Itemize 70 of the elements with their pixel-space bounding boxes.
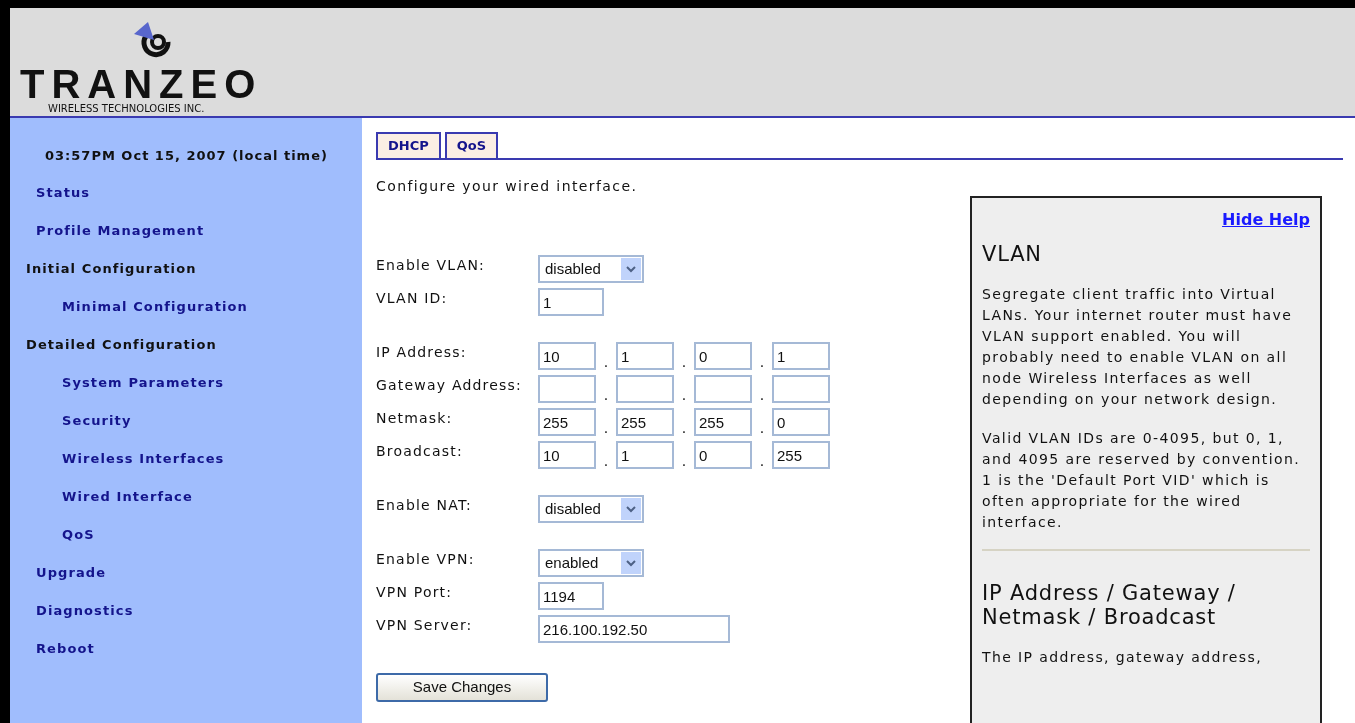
text-field[interactable]: 1194 (538, 582, 604, 610)
dot-separator: . (602, 354, 610, 370)
help-paragraph: Valid VLAN IDs are 0-4095, but 0, 1, and 4095 are reserved by convention. 1 is the 'Default Port VID' which is often appropriate for the wired interface. (982, 429, 1302, 532)
sidebar-link[interactable]: Wireless Interfaces (62, 449, 225, 467)
ip-octet-field[interactable]: 255 (772, 441, 830, 469)
sidebar-link[interactable]: Upgrade (36, 563, 107, 581)
help-heading: IP Address / Gateway / Netmask / Broadcast (982, 581, 1237, 629)
ip-octet-field[interactable]: 10 (538, 441, 596, 469)
dot-separator: . (680, 453, 688, 469)
ip-octet-field[interactable] (538, 375, 596, 403)
intro-text: Configure your wired interface. (376, 177, 638, 196)
ip-octet-field[interactable]: 1 (772, 342, 830, 370)
dot-separator: . (680, 354, 688, 370)
text-field[interactable]: 1 (538, 288, 604, 316)
dot-separator: . (680, 387, 688, 403)
sidebar-link[interactable]: Profile Management (36, 221, 205, 239)
field-label: Netmask: (376, 409, 454, 428)
ip-octet-field[interactable]: 1 (616, 441, 674, 469)
dropdown[interactable]: disabled (538, 255, 644, 283)
dot-separator: . (758, 420, 766, 436)
ip-octet-field[interactable] (694, 375, 752, 403)
sidebar-link[interactable]: Security (62, 411, 132, 429)
field-label: VLAN ID: (376, 289, 449, 308)
ip-octet-field[interactable] (616, 375, 674, 403)
ip-octet-field[interactable]: 1 (616, 342, 674, 370)
field-label: Enable NAT: (376, 496, 474, 515)
ip-octet-field[interactable]: 0 (694, 441, 752, 469)
dot-separator: . (758, 354, 766, 370)
field-label: Gateway Address: (376, 376, 523, 395)
dot-separator: . (680, 420, 688, 436)
ip-octet-field[interactable]: 255 (694, 408, 752, 436)
dropdown[interactable]: disabled (538, 495, 644, 523)
dot-separator: . (758, 453, 766, 469)
logo-tagline: WIRELESS TECHNOLOGIES INC. (48, 102, 205, 116)
tab[interactable]: QoS (444, 132, 499, 158)
sidebar-link[interactable]: Status (36, 183, 91, 201)
field-label: Broadcast: (376, 442, 464, 461)
sidebar-link[interactable]: QoS (62, 525, 95, 543)
ip-octet-field[interactable]: 10 (538, 342, 596, 370)
field-label: Enable VLAN: (376, 256, 486, 275)
tab[interactable]: DHCP (376, 132, 441, 158)
dropdown[interactable]: enabled (538, 549, 644, 577)
field-label: VPN Server: (376, 616, 474, 635)
ip-octet-field[interactable]: 0 (694, 342, 752, 370)
sidebar-link[interactable]: System Parameters (62, 373, 225, 391)
sidebar-heading: Initial Configuration (26, 259, 197, 277)
sidebar-link[interactable]: Reboot (36, 639, 95, 657)
hide-help-link[interactable]: Hide Help (1222, 208, 1310, 232)
save-changes-button[interactable]: Save Changes (376, 673, 548, 702)
sidebar-link[interactable]: Wired Interface (62, 487, 193, 505)
ip-octet-field[interactable]: 255 (538, 408, 596, 436)
field-label: VPN Port: (376, 583, 454, 602)
ip-octet-field[interactable] (772, 375, 830, 403)
field-label: Enable VPN: (376, 550, 476, 569)
dot-separator: . (602, 387, 610, 403)
text-field[interactable]: 216.100.192.50 (538, 615, 730, 643)
sidebar-link[interactable]: Minimal Configuration (62, 297, 248, 315)
clock-text: 03:57PM Oct 15, 2007 (local time) (45, 147, 328, 165)
help-paragraph: The IP address, gateway address, (982, 648, 1263, 667)
ip-octet-field[interactable]: 0 (772, 408, 830, 436)
dot-separator: . (602, 453, 610, 469)
dot-separator: . (602, 420, 610, 436)
sidebar-heading: Detailed Configuration (26, 335, 217, 353)
help-heading: VLAN (982, 242, 1043, 266)
logo-wordmark: TRANZEO (20, 66, 263, 102)
sidebar-link[interactable]: Diagnostics (36, 601, 134, 619)
ip-octet-field[interactable]: 255 (616, 408, 674, 436)
field-label: IP Address: (376, 343, 468, 362)
help-paragraph: Segregate client traffic into Virtual LANs. Your internet router must have VLAN support enabled. You will probably need to enable VLAN on all node Wireless Interfaces as well depending on your network design. (982, 285, 1294, 409)
dot-separator: . (758, 387, 766, 403)
